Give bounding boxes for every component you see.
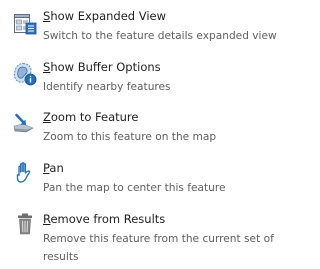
menu-item-description: Remove this feature from the current set…: [43, 233, 274, 263]
menu-item-description: Identify nearby features: [43, 81, 171, 93]
menu-item-show-expanded-view[interactable]: Show Expanded View Switch to the feature…: [0, 9, 285, 49]
buffer-options-icon: [13, 62, 37, 86]
menu-item-title: Pan: [43, 161, 64, 175]
menu-item-remove-from-results[interactable]: Remove from Results Remove this feature …: [0, 212, 285, 264]
title-text: how Buffer Options: [50, 60, 161, 74]
pan-hand-icon: [13, 161, 37, 185]
title-text: how Expanded View: [50, 9, 167, 23]
expanded-view-icon: [13, 12, 37, 36]
title-text: an: [49, 161, 64, 175]
trash-can-icon: [13, 212, 37, 236]
accelerator-key: Z: [43, 110, 51, 124]
zoom-to-feature-icon: [13, 112, 37, 136]
feature-actions-menu: Show Expanded View Switch to the feature…: [0, 0, 285, 269]
menu-item-pan[interactable]: Pan Pan the map to center this feature: [0, 161, 285, 201]
menu-item-zoom-to-feature[interactable]: Zoom to Feature Zoom to this feature on …: [0, 110, 285, 150]
menu-item-show-buffer-options[interactable]: Show Buffer Options Identify nearby feat…: [0, 60, 285, 100]
menu-item-title: Show Buffer Options: [43, 60, 161, 74]
menu-item-title: Remove from Results: [43, 212, 165, 226]
title-text: oom to Feature: [50, 110, 139, 124]
menu-item-description: Pan the map to center this feature: [43, 182, 226, 194]
menu-item-description: Zoom to this feature on the map: [43, 131, 217, 143]
menu-item-title: Show Expanded View: [43, 9, 166, 23]
menu-item-description: Switch to the feature details expanded v…: [43, 30, 277, 42]
title-text: emove from Results: [50, 212, 166, 226]
menu-item-title: Zoom to Feature: [43, 110, 138, 124]
